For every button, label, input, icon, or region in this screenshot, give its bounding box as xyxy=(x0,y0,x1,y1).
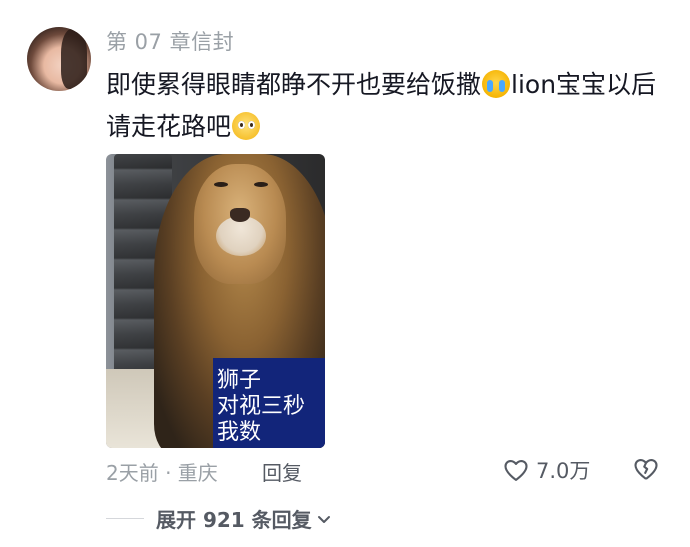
lion-eye xyxy=(254,182,268,187)
pleading-face-icon xyxy=(232,112,261,140)
heart-icon xyxy=(504,459,528,481)
username[interactable]: 第 07 章信封 xyxy=(106,26,234,56)
comment-meta: 2天前 · 重庆 xyxy=(106,461,218,485)
expand-replies[interactable]: 展开 921 条回复 xyxy=(106,504,332,533)
caption-line-1: 狮子 xyxy=(217,368,262,393)
avatar-hair xyxy=(61,29,87,89)
reply-button[interactable]: 回复 xyxy=(262,457,302,486)
broken-heart-icon[interactable] xyxy=(632,455,660,483)
lion-eye xyxy=(214,182,228,187)
comment-text-part1: 即使累得眼睛都睁不开也要给饭撒 xyxy=(106,70,482,99)
image-caption: 狮子 对视三秒 我数 xyxy=(213,358,325,448)
avatar[interactable] xyxy=(27,27,91,91)
expand-replies-label: 展开 921 条回复 xyxy=(156,508,312,532)
caption-line-2: 对视三秒 xyxy=(217,394,306,419)
like-count: 7.0万 xyxy=(536,459,591,483)
caption-line-3: 我数 xyxy=(217,420,262,445)
chevron-down-icon xyxy=(317,515,330,523)
crying-face-icon xyxy=(482,70,511,98)
lion-muzzle xyxy=(216,216,266,256)
lion-nose xyxy=(230,208,250,222)
like-button[interactable]: 7.0万 xyxy=(502,455,590,485)
comment-text: 即使累得眼睛都睁不开也要给饭撒 lion宝宝以后请走花路吧 xyxy=(106,64,676,148)
divider-line xyxy=(106,518,144,519)
